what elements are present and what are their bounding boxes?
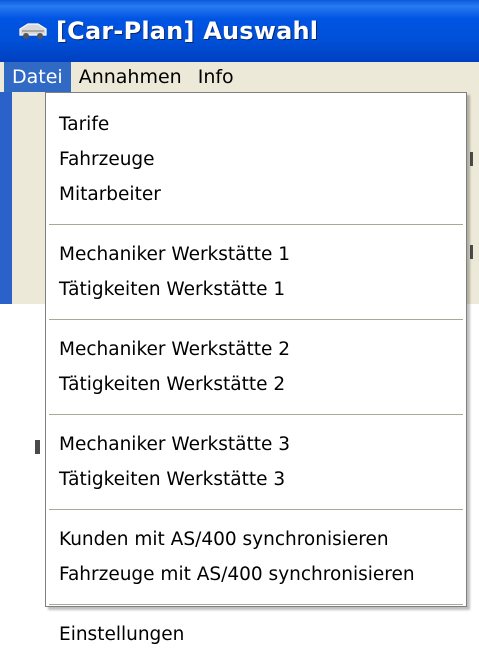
menu-item-taetigkeiten-werkstaette-1[interactable]: Tätigkeiten Werkstätte 1 (46, 272, 466, 307)
menu-separator (49, 224, 463, 225)
menu-item-tarife[interactable]: Tarife (46, 107, 466, 142)
menu-item-mitarbeiter[interactable]: Mitarbeiter (46, 177, 466, 212)
menu-info[interactable]: Info (190, 62, 242, 92)
background-window-edge-mark (35, 440, 40, 454)
background-window-edge-mark (470, 152, 473, 166)
car-plan-app-icon (18, 21, 48, 41)
menu-annahmen[interactable]: Annahmen (71, 62, 190, 92)
menu-item-mechaniker-werkstaette-2[interactable]: Mechaniker Werkstätte 2 (46, 332, 466, 367)
menu-item-fahrzeuge-as400-sync[interactable]: Fahrzeuge mit AS/400 synchronisieren (46, 557, 466, 592)
menu-separator (49, 319, 463, 320)
datei-dropdown-menu: Tarife Fahrzeuge Mitarbeiter Mechaniker … (45, 92, 467, 645)
menu-item-einstellungen[interactable]: Einstellungen (46, 617, 466, 652)
menu-item-taetigkeiten-werkstaette-3[interactable]: Tätigkeiten Werkstätte 3 (46, 462, 466, 497)
window-title: [Car-Plan] Auswahl (56, 17, 319, 45)
menu-bar: Datei Annahmen Info (0, 62, 479, 92)
menu-item-mechaniker-werkstaette-3[interactable]: Mechaniker Werkstätte 3 (46, 427, 466, 462)
menu-item-taetigkeiten-werkstaette-2[interactable]: Tätigkeiten Werkstätte 2 (46, 367, 466, 402)
menu-separator (49, 509, 463, 510)
menu-separator (49, 414, 463, 415)
window-title-bar[interactable]: [Car-Plan] Auswahl (0, 0, 479, 62)
menu-separator (49, 604, 463, 605)
menu-item-mechaniker-werkstaette-1[interactable]: Mechaniker Werkstätte 1 (46, 237, 466, 272)
background-window-selection-strip (0, 92, 12, 304)
background-window-edge-mark (470, 245, 473, 259)
menu-item-fahrzeuge[interactable]: Fahrzeuge (46, 142, 466, 177)
menu-datei[interactable]: Datei (4, 62, 71, 92)
menu-item-kunden-as400-sync[interactable]: Kunden mit AS/400 synchronisieren (46, 522, 466, 557)
